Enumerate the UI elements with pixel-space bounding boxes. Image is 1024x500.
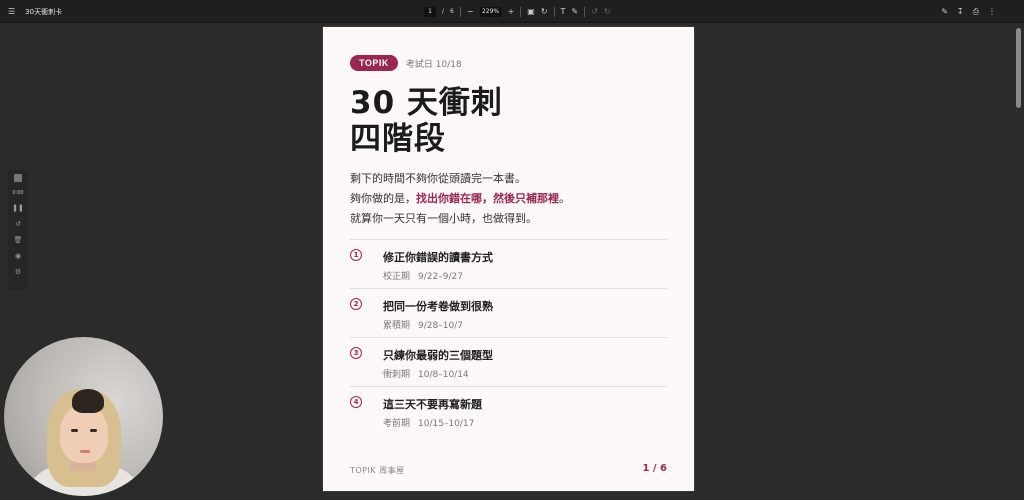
trash-icon[interactable]: 🗑: [14, 236, 23, 244]
toolbar-divider: [553, 6, 555, 17]
intro-paragraph: 剩下的時間不夠你從頭讀完一本書。 夠你做的是，找出你錯在哪，然後只補那裡。 就算…: [350, 169, 570, 229]
phase-number: 4: [350, 396, 362, 408]
webcam-eye: [90, 429, 97, 432]
page-footer-source: TOPIK 周事屋: [350, 466, 405, 475]
toolbar-divider: [459, 6, 461, 17]
phase-meta: 衝刺期 10/8–10/14: [383, 367, 469, 380]
phase-dates: 9/22–9/27: [418, 272, 463, 282]
zoom-input[interactable]: 229%: [479, 6, 502, 17]
webcam-overlay[interactable]: [4, 337, 163, 496]
phase-number: 1: [350, 249, 362, 261]
phase-item: 2 把同一份考卷做到很熟 累積期 9/28–10/7: [350, 288, 668, 337]
phase-meta: 累積期 9/28–10/7: [383, 318, 463, 331]
document-title: 30天衝刺卡: [25, 7, 63, 16]
page-separator: /: [442, 8, 445, 15]
header-row: TOPIK 考試日 10/18: [350, 55, 462, 71]
phase-item: 4 這三天不要再寫新題 考前期 10/15–10/17: [350, 386, 668, 435]
vertical-scrollbar[interactable]: [1016, 24, 1021, 496]
phase-stage: 衝刺期: [383, 370, 411, 380]
webcam-eye: [71, 429, 78, 432]
scrollbar-thumb[interactable]: [1016, 28, 1021, 108]
recording-toolbar: 0:00 ❚❚ ↺ 🗑 ◉ ⚙: [8, 170, 28, 290]
highlight-separator: ，: [482, 192, 493, 205]
phase-title: 修正你錯誤的讀書方式: [383, 251, 493, 264]
title-line: 30 天衝刺: [350, 85, 503, 121]
phase-title: 把同一份考卷做到很熟: [383, 300, 493, 313]
page-zoom-controls: 1 / 6 − 229% + ▣ ↻ T ✎ ↺ ↻: [424, 0, 611, 23]
pdf-page: TOPIK 考試日 10/18 30 天衝刺 四階段 剩下的時間不夠你從頭讀完一…: [322, 26, 695, 492]
camera-toggle-icon[interactable]: ◉: [15, 252, 21, 260]
zoom-out-button[interactable]: −: [467, 7, 474, 16]
phase-list: 1 修正你錯誤的讀書方式 校正期 9/22–9/27 2 把同一份考卷做到很熟 累…: [350, 239, 668, 435]
restart-icon[interactable]: ↺: [15, 220, 21, 228]
zoom-in-button[interactable]: +: [508, 7, 515, 16]
intro-line: 夠你做的是，找出你錯在哪，然後只補那裡。: [350, 189, 570, 209]
phase-title: 這三天不要再寫新題: [383, 398, 482, 411]
settings-icon[interactable]: ⚙: [15, 268, 21, 276]
pause-icon[interactable]: ❚❚: [12, 204, 24, 212]
page-total: 6: [450, 8, 454, 15]
highlight-text: 然後只補那裡: [493, 192, 559, 205]
draw-icon[interactable]: ✎: [571, 7, 578, 16]
phase-dates: 10/8–10/14: [418, 370, 469, 380]
menu-icon[interactable]: ☰: [8, 7, 15, 16]
phase-meta: 考前期 10/15–10/17: [383, 416, 474, 429]
toolbar-divider: [520, 6, 522, 17]
webcam-face: [60, 405, 108, 463]
intro-line: 就算你一天只有一個小時，也做得到。: [350, 212, 537, 225]
phase-stage: 累積期: [383, 321, 411, 331]
phase-title: 只練你最弱的三個題型: [383, 349, 493, 362]
undo-icon[interactable]: ↺: [591, 7, 598, 16]
intro-text: 。: [559, 192, 570, 205]
phase-stage: 校正期: [383, 272, 411, 282]
webcam-hair-roots: [72, 389, 104, 413]
intro-text: 夠你做的是，: [350, 192, 416, 205]
phase-meta: 校正期 9/22–9/27: [383, 269, 463, 282]
page-title: 30 天衝刺 四階段: [350, 85, 503, 157]
phase-dates: 9/28–10/7: [418, 321, 463, 331]
topik-badge: TOPIK: [350, 55, 398, 71]
text-size-icon[interactable]: T: [561, 7, 566, 16]
intro-line: 剩下的時間不夠你從頭讀完一本書。: [350, 172, 526, 185]
recording-timer: 0:00: [12, 190, 24, 196]
download-icon[interactable]: ↧: [957, 7, 964, 16]
phase-item: 3 只練你最弱的三個題型 衝刺期 10/8–10/14: [350, 337, 668, 386]
phase-number: 3: [350, 347, 362, 359]
highlight-text: 找出你錯在哪: [416, 192, 482, 205]
exam-date: 考試日 10/18: [405, 59, 462, 70]
redo-icon[interactable]: ↻: [604, 7, 611, 16]
title-line: 四階段: [350, 121, 446, 157]
phase-number: 2: [350, 298, 362, 310]
phase-stage: 考前期: [383, 419, 411, 429]
webcam-mouth: [80, 450, 90, 453]
pdf-toolbar: ☰ 30天衝刺卡 1 / 6 − 229% + ▣ ↻ T ✎ ↺ ↻ ✎ ↧ …: [0, 0, 1024, 23]
page-number-input[interactable]: 1: [424, 6, 436, 17]
fit-page-icon[interactable]: ▣: [527, 7, 535, 16]
print-icon[interactable]: ⎙: [973, 7, 979, 16]
phase-dates: 10/15–10/17: [418, 419, 475, 429]
stop-icon[interactable]: [14, 174, 22, 182]
more-icon[interactable]: ⋮: [988, 7, 996, 16]
phase-item: 1 修正你錯誤的讀書方式 校正期 9/22–9/27: [350, 239, 668, 288]
toolbar-divider: [584, 6, 586, 17]
annotate-icon[interactable]: ✎: [941, 7, 948, 16]
page-footer-number: 1 / 6: [642, 463, 667, 474]
rotate-icon[interactable]: ↻: [541, 7, 548, 16]
